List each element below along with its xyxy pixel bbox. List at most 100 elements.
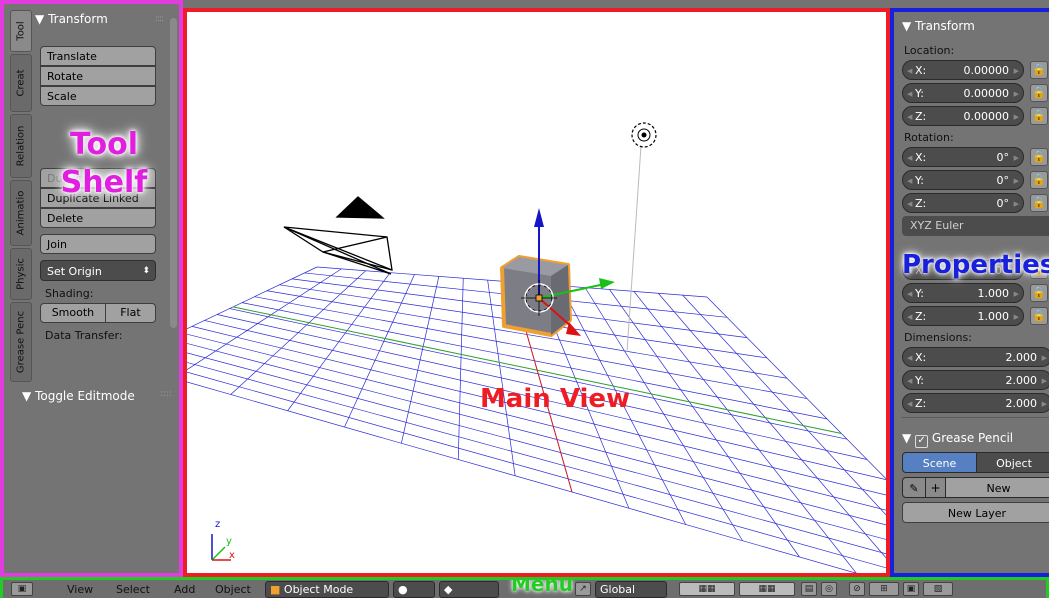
rotate-button[interactable]: Rotate: [40, 66, 156, 86]
dimensions-z-field[interactable]: ◀ Z: 2.000 ▶: [902, 393, 1049, 413]
rotation-z-field[interactable]: ◀ Z: 0° ▶: [902, 193, 1024, 213]
drag-grip-icon[interactable]: ::::: [155, 10, 164, 28]
menu-object[interactable]: Object: [215, 582, 251, 598]
increment-arrow-icon[interactable]: ▶: [1042, 371, 1047, 391]
increment-arrow-icon[interactable]: ▶: [1014, 284, 1019, 304]
set-origin-dropdown[interactable]: Set Origin ⬍: [40, 260, 156, 281]
decrement-arrow-icon[interactable]: ◀: [907, 284, 912, 304]
collapse-arrow-icon: ▼: [35, 12, 45, 26]
decrement-arrow-icon[interactable]: ◀: [907, 171, 912, 191]
lock-icon[interactable]: 🔒: [1030, 171, 1048, 189]
tool-shelf-scrollbar[interactable]: [170, 18, 177, 328]
dimensions-y-field[interactable]: ◀ Y: 2.000 ▶: [902, 370, 1049, 390]
pivot-dropdown[interactable]: ◆: [439, 581, 499, 598]
render-icon[interactable]: ▣: [903, 582, 919, 596]
decrement-arrow-icon[interactable]: ◀: [907, 307, 912, 327]
scale-button[interactable]: Scale: [40, 86, 156, 106]
duplicate-button[interactable]: Duplicate: [40, 168, 156, 188]
increment-arrow-icon[interactable]: ▶: [1014, 84, 1019, 104]
decrement-arrow-icon[interactable]: ◀: [907, 148, 912, 168]
layers-grid-icon[interactable]: ▦▦: [679, 582, 735, 596]
plus-icon[interactable]: +: [926, 477, 946, 498]
menu-view[interactable]: View: [67, 582, 93, 598]
proportional-edit-icon[interactable]: ◎: [821, 582, 837, 596]
decrement-arrow-icon[interactable]: ◀: [907, 348, 912, 368]
rotation-mode-select[interactable]: XYZ Euler: [902, 216, 1049, 236]
lock-icon[interactable]: 🔒: [1030, 84, 1048, 102]
increment-arrow-icon[interactable]: ▶: [1014, 107, 1019, 127]
location-z-field[interactable]: ◀ Z: 0.00000 ▶: [902, 106, 1024, 126]
tab-grease-pencil[interactable]: Grease Penc: [10, 302, 32, 382]
shading-mode-dropdown[interactable]: ●: [393, 581, 435, 598]
dimensions-x-field[interactable]: ◀ X: 2.000 ▶: [902, 347, 1049, 367]
join-button[interactable]: Join: [40, 234, 156, 254]
viewport-scene[interactable]: z y x: [187, 12, 886, 573]
snap-target-icon[interactable]: ⊞: [869, 582, 899, 596]
menu-add[interactable]: Add: [174, 582, 195, 598]
increment-arrow-icon[interactable]: ▶: [1014, 61, 1019, 81]
scale-z-field[interactable]: ◀ Z: 1.000 ▶: [902, 306, 1024, 326]
lock-icon[interactable]: 🔒: [1030, 61, 1048, 79]
lock-camera-icon[interactable]: ▤: [801, 582, 817, 596]
tab-animation[interactable]: Animatio: [10, 180, 32, 246]
tab-create[interactable]: Creat: [10, 54, 32, 112]
duplicate-linked-button[interactable]: Duplicate Linked: [40, 188, 156, 208]
object-button[interactable]: Object: [977, 452, 1049, 473]
tab-relation[interactable]: Relation: [10, 114, 32, 178]
decrement-arrow-icon[interactable]: ◀: [907, 84, 912, 104]
increment-arrow-icon[interactable]: ▶: [1042, 394, 1047, 414]
orientation-dropdown[interactable]: Global: [595, 581, 667, 598]
increment-arrow-icon[interactable]: ▶: [1042, 348, 1047, 368]
menu-select[interactable]: Select: [116, 582, 150, 598]
tab-physics[interactable]: Physic: [10, 248, 32, 300]
decrement-arrow-icon[interactable]: ◀: [907, 107, 912, 127]
translate-button[interactable]: Translate: [40, 46, 156, 66]
pencil-icon[interactable]: ✎: [902, 477, 926, 498]
increment-arrow-icon[interactable]: ▶: [1014, 148, 1019, 168]
clapper-icon[interactable]: ▧: [923, 582, 953, 596]
increment-arrow-icon[interactable]: ▶: [1014, 194, 1019, 214]
grease-pencil-panel-header[interactable]: ▼ ✓ Grease Pencil: [902, 428, 1049, 448]
location-x-field[interactable]: ◀ X: 0.00000 ▶: [902, 60, 1024, 80]
scene-button[interactable]: Scene: [902, 452, 977, 473]
editor-type-icon[interactable]: ▣: [11, 582, 33, 596]
mode-dropdown[interactable]: ■ Object Mode: [265, 581, 389, 598]
delete-button[interactable]: Delete: [40, 208, 156, 228]
main-viewport[interactable]: z y x Main View: [183, 8, 890, 577]
lamp-object[interactable]: [626, 122, 657, 353]
snap-icon[interactable]: ⊘: [849, 582, 865, 596]
increment-arrow-icon[interactable]: ▶: [1014, 307, 1019, 327]
smooth-button[interactable]: Smooth: [40, 303, 106, 323]
new-datablock-button[interactable]: New: [946, 477, 1049, 498]
scale-row: ◀ Y: 1.000 ▶ 🔒: [902, 283, 1049, 303]
lock-icon[interactable]: 🔒: [1030, 261, 1048, 279]
scale-x-field[interactable]: ◀ X: 1.000 ▶: [902, 260, 1024, 280]
lock-icon[interactable]: 🔒: [1030, 194, 1048, 212]
tab-tool[interactable]: Tool: [10, 10, 32, 52]
decrement-arrow-icon[interactable]: ◀: [907, 194, 912, 214]
decrement-arrow-icon[interactable]: ◀: [907, 61, 912, 81]
toggle-editmode-panel-header[interactable]: ▼ Toggle Editmode ::::: [22, 389, 172, 403]
flat-button[interactable]: Flat: [105, 303, 156, 323]
transform-panel-header[interactable]: ▼ Transform ::::: [35, 10, 167, 28]
lock-icon[interactable]: 🔒: [1030, 307, 1048, 325]
lock-icon[interactable]: 🔒: [1030, 284, 1048, 302]
rotation-x-field[interactable]: ◀ X: 0° ▶: [902, 147, 1024, 167]
manipulator-icon[interactable]: ↗: [575, 582, 591, 596]
decrement-arrow-icon[interactable]: ◀: [907, 394, 912, 414]
location-y-field[interactable]: ◀ Y: 0.00000 ▶: [902, 83, 1024, 103]
layers-grid-icon[interactable]: ▦▦: [739, 582, 795, 596]
increment-arrow-icon[interactable]: ▶: [1014, 171, 1019, 191]
lock-icon[interactable]: 🔒: [1030, 148, 1048, 166]
drag-grip-icon[interactable]: ::::: [160, 389, 172, 399]
transform-panel-header[interactable]: ▼ Transform: [902, 16, 1049, 36]
increment-arrow-icon[interactable]: ▶: [1014, 261, 1019, 281]
lock-icon[interactable]: 🔒: [1030, 107, 1048, 125]
scale-y-field[interactable]: ◀ Y: 1.000 ▶: [902, 283, 1024, 303]
camera-object[interactable]: [283, 196, 393, 275]
rotation-y-field[interactable]: ◀ Y: 0° ▶: [902, 170, 1024, 190]
decrement-arrow-icon[interactable]: ◀: [907, 261, 912, 281]
checkbox-checked-icon[interactable]: ✓: [915, 435, 929, 448]
decrement-arrow-icon[interactable]: ◀: [907, 371, 912, 391]
new-layer-button[interactable]: New Layer: [902, 502, 1049, 523]
